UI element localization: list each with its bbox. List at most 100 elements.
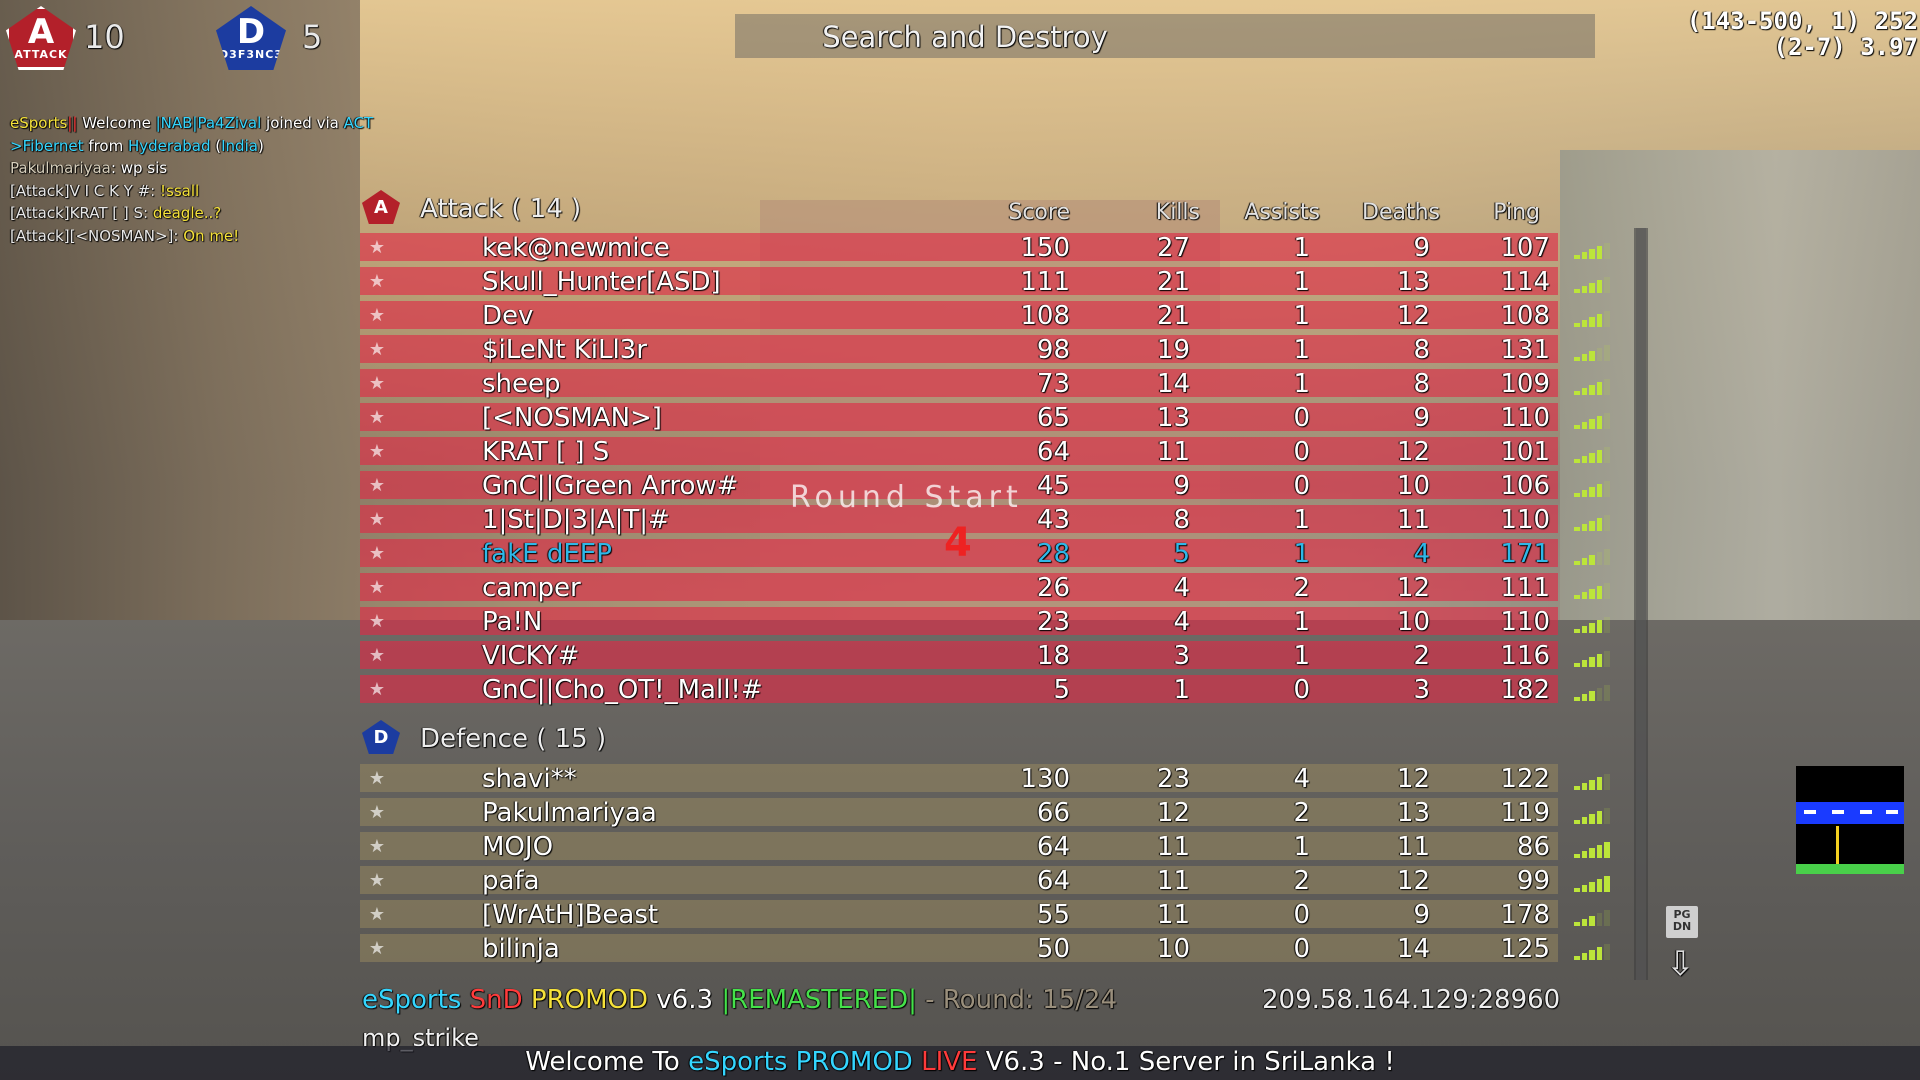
attack-player-row[interactable]: ★ Dev 108 21 1 12 108	[360, 299, 1610, 333]
signal-bar	[1589, 555, 1595, 565]
player-deaths: 9	[1413, 900, 1430, 930]
scrollbar-thumb[interactable]	[1636, 228, 1646, 980]
footer-remastered: |REMASTERED|	[721, 985, 917, 1015]
attack-player-row[interactable]: ★ VICKY# 18 3 1 2 116	[360, 639, 1610, 673]
ping-signal-icon	[1574, 411, 1610, 429]
signal-bar	[1589, 385, 1595, 395]
attack-emblem-icon: A ATTACK	[4, 2, 78, 74]
signal-bar	[1574, 357, 1580, 361]
signal-bar	[1581, 626, 1588, 633]
player-deaths: 2	[1413, 641, 1430, 671]
defence-player-row[interactable]: ★ pafa 64 11 2 12 99	[360, 864, 1610, 898]
signal-bar	[1581, 524, 1588, 531]
attack-alive-count: 10	[84, 18, 125, 56]
defence-player-row[interactable]: ★ [WrAtH]Beast 55 11 0 9 178	[360, 898, 1610, 932]
attack-player-row[interactable]: ★ sheep 73 14 1 8 109	[360, 367, 1610, 401]
player-deaths: 8	[1413, 369, 1430, 399]
rank-icon: ★	[368, 441, 386, 462]
player-name: kek@newmice	[482, 233, 670, 263]
debug-readout-line2: (2-7) 3.97	[1773, 33, 1919, 61]
signal-bar	[1589, 283, 1595, 293]
rank-icon: ★	[368, 577, 386, 598]
signal-bar	[1581, 919, 1588, 926]
down-arrow-icon[interactable]: ⇩	[1666, 944, 1695, 984]
attack-player-row[interactable]: ★ kek@newmice 150 27 1 9 107	[360, 231, 1610, 265]
rank-icon: ★	[368, 475, 386, 496]
player-deaths: 12	[1396, 301, 1430, 331]
signal-bar	[1589, 882, 1595, 892]
chat-log: eSports|| Welcome |NAB|Pa4Zival joined v…	[10, 112, 373, 247]
ping-signal-icon	[1574, 772, 1610, 790]
signal-bar	[1574, 255, 1580, 259]
signal-bar	[1581, 783, 1588, 790]
player-ping: 178	[1500, 900, 1550, 930]
signal-bar	[1596, 416, 1603, 429]
attack-player-row[interactable]: ★ camper 26 4 2 12 111	[360, 571, 1610, 605]
signal-bar	[1604, 583, 1610, 599]
player-kills: 11	[1156, 900, 1190, 930]
player-kills: 14	[1156, 369, 1190, 399]
player-ping: 108	[1500, 301, 1550, 331]
signal-bar	[1589, 351, 1595, 361]
minimap-marker	[1886, 810, 1898, 814]
player-assists: 1	[1293, 369, 1310, 399]
banner-esports: eSports PROMOD	[688, 1047, 922, 1077]
chat-fragment: [Attack][<NOSMAN>]:	[10, 226, 184, 245]
player-assists: 1	[1293, 505, 1310, 535]
defence-alive-count: 5	[302, 18, 323, 56]
signal-bar	[1574, 527, 1580, 531]
signal-bar	[1581, 885, 1588, 892]
col-ping-header: Ping	[1493, 200, 1540, 225]
defence-player-row[interactable]: ★ MOJO 64 11 1 11 86	[360, 830, 1610, 864]
player-score: 130	[1020, 764, 1070, 794]
defence-team-header: D Defence ( 15 )	[360, 718, 1560, 756]
rank-icon: ★	[368, 407, 386, 428]
attack-player-row[interactable]: ★ Skull_Hunter[ASD] 111 21 1 13 114	[360, 265, 1610, 299]
ping-signal-icon	[1574, 581, 1610, 599]
round-countdown: 4	[944, 520, 972, 566]
attack-player-row[interactable]: ★ [<NOSMAN>] 65 13 0 9 110	[360, 401, 1610, 435]
rank-icon: ★	[368, 543, 386, 564]
signal-bar	[1596, 280, 1603, 293]
defence-player-row[interactable]: ★ shavi** 130 23 4 12 122	[360, 762, 1610, 796]
rank-icon: ★	[368, 938, 386, 959]
player-kills: 23	[1156, 764, 1190, 794]
chat-fragment: )	[257, 136, 264, 155]
scoreboard-scrollbar[interactable]	[1634, 228, 1648, 980]
signal-bar	[1596, 552, 1603, 565]
signal-bar	[1589, 916, 1595, 926]
player-deaths: 12	[1396, 573, 1430, 603]
signal-bar	[1581, 252, 1588, 259]
player-deaths: 11	[1396, 505, 1430, 535]
signal-bar	[1604, 876, 1610, 892]
player-deaths: 3	[1413, 675, 1430, 705]
attack-player-row[interactable]: ★ KRAT [ ] S 64 11 0 12 101	[360, 435, 1610, 469]
defence-player-row[interactable]: ★ bilinja 50 10 0 14 125	[360, 932, 1610, 966]
player-name: sheep	[482, 369, 561, 399]
rank-icon: ★	[368, 679, 386, 700]
player-ping: 99	[1516, 866, 1550, 896]
player-name: MOJO	[482, 832, 554, 862]
player-deaths: 12	[1396, 437, 1430, 467]
player-assists: 1	[1293, 539, 1310, 569]
attack-player-row[interactable]: ★ Pa!N 23 4 1 10 110	[360, 605, 1610, 639]
signal-bar	[1574, 820, 1580, 824]
player-ping: 107	[1500, 233, 1550, 263]
player-ping: 119	[1500, 798, 1550, 828]
player-deaths: 9	[1413, 403, 1430, 433]
player-score: 150	[1020, 233, 1070, 263]
signal-bar	[1596, 811, 1603, 824]
signal-bar	[1589, 453, 1595, 463]
player-name: $iLeNt KiLl3r	[482, 335, 647, 365]
signal-bar	[1604, 617, 1610, 633]
footer-esports: eSports	[362, 985, 462, 1015]
minimap-marker	[1832, 810, 1844, 814]
page-down-key-icon[interactable]: PG DN	[1666, 906, 1698, 938]
defence-player-row[interactable]: ★ Pakulmariyaa 66 12 2 13 119	[360, 796, 1610, 830]
chat-fragment: [Attack]KRAT [ ] S:	[10, 204, 153, 222]
attack-player-row[interactable]: ★ GnC||Cho_OT!_Mall!# 5 1 0 3 182	[360, 673, 1610, 707]
signal-bar	[1589, 657, 1595, 667]
rank-icon: ★	[368, 373, 386, 394]
chat-fragment: !ssall	[159, 181, 200, 200]
attack-player-row[interactable]: ★ $iLeNt KiLl3r 98 19 1 8 131	[360, 333, 1610, 367]
